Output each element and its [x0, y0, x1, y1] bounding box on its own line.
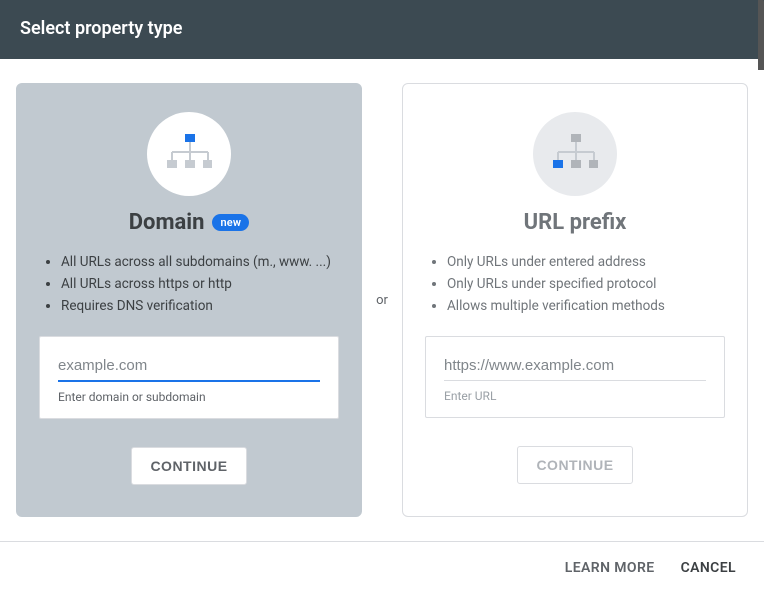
property-type-card-domain[interactable]: Domain new All URLs across all subdomain… — [16, 83, 362, 517]
url-prefix-input-helper: Enter URL — [444, 389, 706, 403]
dialog-header: Select property type — [0, 0, 764, 59]
domain-icon-circle — [147, 112, 231, 196]
domain-feature-list: All URLs across all subdomains (m., www.… — [39, 251, 339, 318]
url-prefix-input-box: Enter URL — [425, 336, 725, 418]
property-type-card-url-prefix[interactable]: URL prefix Only URLs under entered addre… — [402, 83, 748, 517]
url-prefix-feature-list: Only URLs under entered address Only URL… — [425, 251, 725, 318]
new-badge: new — [212, 214, 249, 231]
domain-input[interactable] — [58, 351, 320, 382]
list-item: All URLs across https or http — [61, 274, 339, 295]
learn-more-link[interactable]: LEARN MORE — [565, 560, 655, 576]
url-prefix-input[interactable] — [444, 351, 706, 381]
url-prefix-title: URL prefix — [524, 210, 627, 235]
domain-title: Domain — [129, 210, 205, 235]
continue-button-url-prefix[interactable]: CONTINUE — [517, 446, 632, 484]
list-item: Only URLs under specified protocol — [447, 274, 725, 295]
cancel-button[interactable]: CANCEL — [681, 560, 736, 576]
list-item: Requires DNS verification — [61, 296, 339, 317]
domain-title-row: Domain new — [129, 210, 250, 235]
list-item: Allows multiple verification methods — [447, 296, 725, 317]
list-item: Only URLs under entered address — [447, 252, 725, 273]
sitemap-icon — [166, 132, 212, 176]
content-area: Domain new All URLs across all subdomain… — [0, 59, 764, 541]
dialog-title: Select property type — [20, 18, 182, 39]
domain-input-helper: Enter domain or subdomain — [58, 390, 320, 404]
continue-button-domain[interactable]: CONTINUE — [131, 447, 246, 485]
url-prefix-icon-circle — [533, 112, 617, 196]
dialog-footer: LEARN MORE CANCEL — [0, 541, 764, 594]
list-item: All URLs across all subdomains (m., www.… — [61, 252, 339, 273]
url-prefix-title-row: URL prefix — [524, 210, 627, 235]
sitemap-icon — [552, 132, 598, 176]
domain-input-box: Enter domain or subdomain — [39, 336, 339, 419]
or-divider-text: or — [376, 293, 388, 308]
or-divider: or — [362, 83, 402, 517]
scrollbar-thumb[interactable] — [758, 0, 764, 70]
